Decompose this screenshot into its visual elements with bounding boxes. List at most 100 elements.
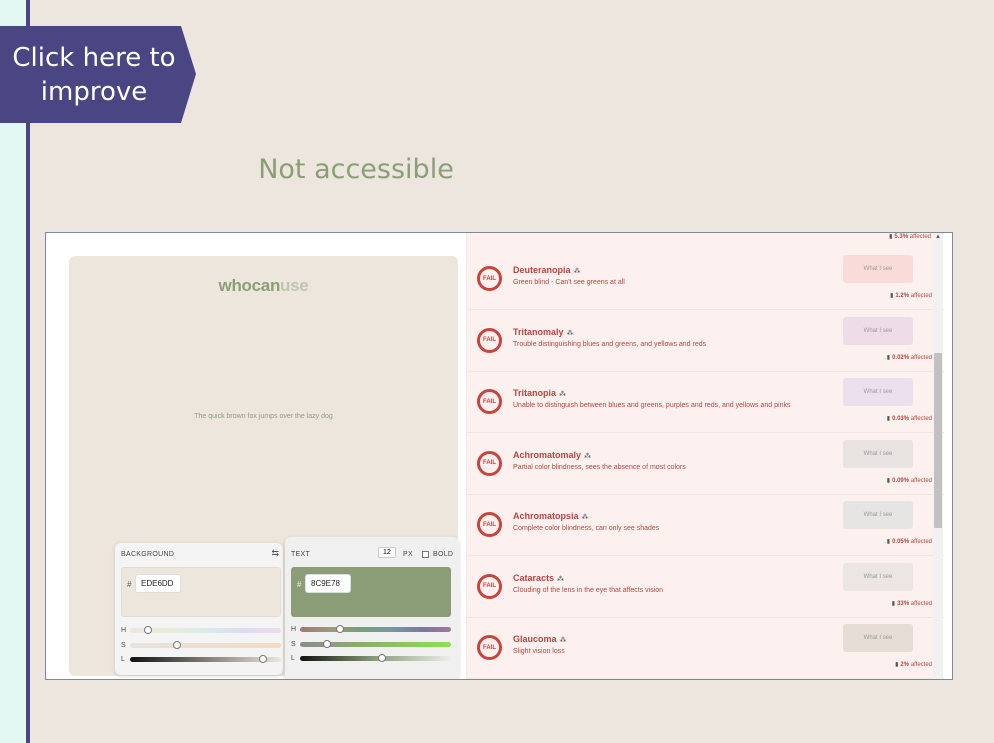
color-dots-icon: ⁂	[584, 452, 592, 460]
text-panel: TEXT 12 PX BOLD # 8C9E78 H S L	[285, 537, 459, 679]
swap-icon[interactable]: ⇆	[271, 548, 279, 559]
signal-icon: ▮	[891, 600, 896, 607]
scroll-up-icon[interactable]: ▲	[935, 234, 941, 240]
row-title-text: Achromatopsia	[513, 511, 579, 521]
scrollbar[interactable]: ▲	[933, 233, 943, 679]
result-row: FAIL Achromatomaly ⁂ Partial color blindnes…	[467, 434, 944, 495]
row-title: Achromatopsia ⁂	[513, 511, 589, 521]
row-affected-value: 2%	[900, 662, 910, 668]
bg-l-label: L	[121, 656, 125, 663]
row-affected: ▮ 1.2% affected	[890, 292, 932, 299]
row-affected-suffix: affected	[910, 416, 932, 422]
color-dots-icon: ⁂	[559, 391, 567, 398]
signal-icon: ▮	[889, 234, 893, 240]
row-affected: ▮ 2% affected	[895, 661, 932, 668]
row-title: Tritanomaly ⁂	[513, 327, 574, 337]
font-size-unit: PX	[403, 551, 413, 558]
preview-card: whocanuse The quick brown fox jumps over…	[69, 256, 459, 679]
result-row: FAIL Tritanopia ⁂ Unable to distinguish bet…	[467, 372, 944, 433]
bg-lightness-knob[interactable]	[259, 655, 267, 663]
row-affected-value: 0.03%	[892, 416, 910, 422]
bg-hue-slider[interactable]	[130, 628, 281, 633]
text-lightness-slider[interactable]	[300, 656, 451, 661]
text-hex-input[interactable]: 8C9E78	[305, 574, 351, 593]
color-dots-icon: ⁂	[557, 575, 565, 583]
bg-saturation-slider[interactable]	[130, 643, 281, 648]
row-affected: ▮ 0.02% affected	[887, 354, 932, 361]
text-lightness-knob[interactable]	[378, 654, 386, 662]
bg-hue-knob[interactable]	[144, 626, 152, 634]
row-description: Green blind - Can't see greens at all	[513, 279, 625, 286]
text-h-label: H	[291, 626, 297, 633]
row-title-text: Tritanomaly	[513, 326, 564, 337]
row-description: Clouding of the lens in the eye that aff…	[513, 586, 664, 594]
row-description: Trouble distinguishing blues and greens,…	[513, 340, 707, 348]
result-row: FAIL Tritanomaly ⁂ Trouble distinguishing b…	[467, 311, 944, 372]
background-panel: BACKGROUND ⇆ # EDE6DD H S L	[115, 543, 283, 675]
what-i-see-button[interactable]: What I see	[843, 378, 913, 406]
what-i-see-button[interactable]: What I see	[843, 255, 913, 283]
sample-text: The quick brown fox jumps over the lazy …	[194, 413, 333, 420]
row-affected-suffix: affected	[910, 662, 932, 668]
row-affected-suffix: affected	[910, 354, 932, 361]
text-hue-knob[interactable]	[336, 625, 344, 633]
results-pane: ▮ 5.3% affected FAIL Deuteranopia ⁂ Green bl…	[466, 233, 944, 679]
row-description: Unable to distinguish between blues and …	[513, 402, 791, 409]
bg-s-label: S	[121, 642, 126, 649]
row-affected-value: 33%	[897, 600, 910, 607]
row-affected-suffix: affected	[910, 600, 932, 607]
row-title: Tritanopia ⁂	[513, 388, 566, 398]
improve-badge-line2: improve	[40, 76, 148, 107]
fail-label: FAIL	[483, 644, 496, 651]
row-affected-suffix: affected	[910, 539, 932, 545]
app-logo: whocanuse	[69, 276, 458, 296]
fail-label: FAIL	[483, 460, 496, 466]
text-hash: #	[297, 580, 302, 589]
fail-badge: FAIL	[477, 635, 502, 660]
logo-main: whocan	[218, 276, 281, 295]
fail-badge: FAIL	[477, 266, 502, 291]
what-i-see-button[interactable]: What I see	[843, 439, 913, 468]
text-hue-slider[interactable]	[300, 627, 451, 632]
fail-label: FAIL	[483, 583, 496, 589]
signal-icon: ▮	[895, 662, 899, 668]
row-title: Achromatomaly ⁂	[513, 450, 591, 460]
bold-checkbox[interactable]	[422, 551, 429, 558]
row-affected-value: 0.02%	[892, 354, 910, 361]
font-size-input[interactable]: 12	[378, 547, 396, 558]
signal-icon: ▮	[886, 477, 891, 484]
background-hash: #	[127, 580, 132, 589]
background-hex-input[interactable]: EDE6DD	[135, 574, 181, 593]
what-i-see-button[interactable]: What I see	[843, 624, 913, 652]
row-description: Partial color blindness, sees the absenc…	[513, 463, 686, 471]
fail-label: FAIL	[483, 337, 496, 343]
text-l-label: L	[291, 655, 295, 662]
row-title-text: Cataracts	[513, 572, 555, 583]
fail-badge: FAIL	[477, 512, 502, 537]
row-affected-suffix: affected	[910, 293, 932, 299]
row-description: Complete color blindness, can only see s…	[513, 525, 660, 532]
row-affected-value: 0.05%	[892, 539, 910, 545]
logo-faded: use	[280, 276, 309, 295]
row-title-text: Glaucoma	[513, 634, 557, 644]
what-i-see-button[interactable]: What I see	[843, 562, 913, 591]
what-i-see-button[interactable]: What I see	[843, 501, 913, 529]
improve-badge[interactable]: Click here to improve	[0, 26, 196, 123]
bg-saturation-knob[interactable]	[173, 641, 181, 649]
color-dots-icon: ⁂	[566, 329, 574, 337]
text-saturation-knob[interactable]	[323, 640, 331, 648]
signal-icon: ▮	[890, 293, 894, 299]
improve-badge-line1: Click here to	[12, 42, 176, 73]
color-dots-icon: ⁂	[559, 637, 567, 644]
fail-label: FAIL	[483, 275, 496, 282]
row-title-text: Deuteranopia	[513, 265, 571, 275]
scroll-thumb[interactable]	[934, 353, 942, 528]
top-affected-value: 5.3%	[894, 234, 909, 240]
what-i-see-button[interactable]: What I see	[843, 316, 913, 345]
row-affected: ▮ 33% affected	[892, 600, 932, 607]
row-affected: ▮ 0.05% affected	[887, 538, 932, 545]
row-title: Glaucoma ⁂	[513, 634, 567, 644]
fail-label: FAIL	[483, 521, 496, 528]
fail-badge: FAIL	[477, 573, 502, 599]
row-affected: ▮ 0.03% affected	[887, 415, 932, 422]
